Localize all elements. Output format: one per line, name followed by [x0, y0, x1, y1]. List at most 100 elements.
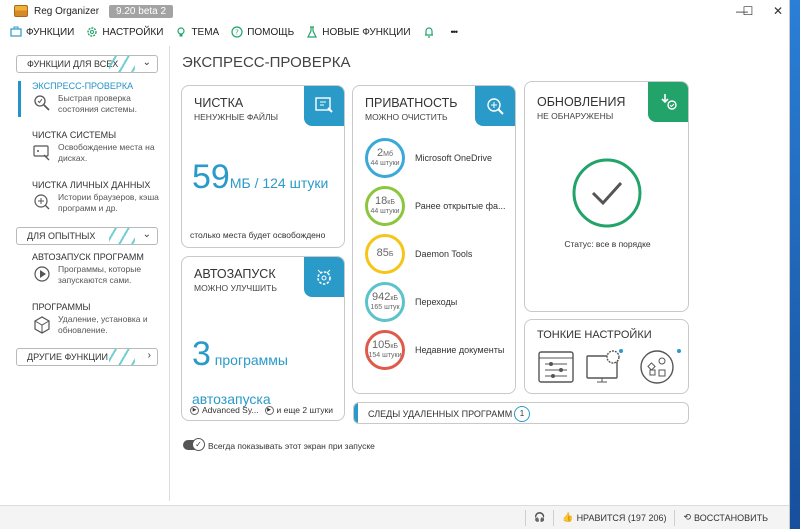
removed-traces-bar[interactable]: СЛЕДЫ УДАЛЕННЫХ ПРОГРАММ 1	[353, 402, 689, 424]
bell-icon	[424, 27, 433, 38]
sidebar-item-title: ЧИСТКА СИСТЕМЫ	[32, 130, 117, 140]
section-advanced-label: ДЛЯ ОПЫТНЫХ	[27, 231, 96, 241]
sidebar-item-desc: Удаление, установка и обновление.	[58, 314, 148, 335]
size-ring: 2Мб 44 штуки	[365, 138, 405, 178]
app-window: Reg Organizer 9.20 beta 2 — ☐ ✕ ФУНКЦИИ …	[0, 0, 790, 529]
menu-functions[interactable]: ФУНКЦИИ	[10, 26, 74, 38]
thumbs-up-icon: 👍	[562, 512, 574, 522]
section-all-button[interactable]: ФУНКЦИИ ДЛЯ ВСЕХ ⌄	[16, 55, 158, 73]
section-advanced-button[interactable]: ДЛЯ ОПЫТНЫХ ⌄	[16, 227, 158, 245]
download-shield-icon	[661, 94, 677, 110]
headset-support-button[interactable]: 🎧	[525, 509, 553, 526]
svg-text:?: ?	[235, 29, 239, 37]
privacy-item-name: Daemon Tools	[415, 249, 473, 259]
stripes-decoration	[109, 349, 135, 365]
cleanup-number: 59	[192, 158, 230, 196]
gear-icon	[87, 27, 98, 37]
sidebar-item-title: ЭКСПРЕСС-ПРОВЕРКА	[32, 81, 134, 91]
traces-accent	[354, 403, 358, 423]
ring-value: 105кБ	[371, 339, 398, 351]
autorun-card[interactable]: АВТОЗАПУСК МОЖНО УЛУЧШИТЬ 3 программы ав…	[181, 256, 345, 421]
privacy-row[interactable]: 942кБ 165 штук Переходы	[365, 282, 515, 322]
updates-subtitle: НЕ ОБНАРУЖЕНЫ	[537, 111, 614, 121]
sidebar-item-desc: Истории браузеров, кэша программ и др.	[58, 192, 159, 213]
lightbulb-icon	[177, 27, 186, 37]
close-icon: ✕	[772, 4, 784, 18]
app-title: Reg Organizer	[34, 5, 100, 17]
sidebar-item-title: ЧИСТКА ЛИЧНЫХ ДАННЫХ	[32, 180, 151, 190]
sidebar-item-programs[interactable]: ПРОГРАММЫ Удаление, установка и обновлен…	[22, 302, 162, 336]
privacy-row[interactable]: 18кБ 44 штуки Ранее открытые фа...	[365, 186, 515, 226]
updates-card[interactable]: ОБНОВЛЕНИЯ НЕ ОБНАРУЖЕНЫ Статус: все в п…	[524, 81, 689, 312]
updates-status: Статус: все в порядке	[564, 239, 651, 249]
flask-icon	[307, 26, 318, 38]
sidebar-item-autorun[interactable]: АВТОЗАПУСК ПРОГРАММ Программы, которые з…	[22, 252, 162, 286]
ring-count: 154 штуки	[368, 352, 402, 359]
restore-button[interactable]: ⟲ ВОССТАНОВИТЬ	[674, 509, 776, 526]
privacy-title: ПРИВАТНОСТЬ	[365, 96, 458, 110]
menu-settings[interactable]: НАСТРОЙКИ	[86, 26, 163, 38]
ring-value: 85Б	[376, 247, 394, 259]
menu-functions-label: ФУНКЦИИ	[26, 26, 75, 38]
autorun-corner	[304, 257, 344, 297]
more-button[interactable]: •••	[451, 27, 459, 37]
sidebar-item-private-data[interactable]: ЧИСТКА ЛИЧНЫХ ДАННЫХ Истории браузеров, …	[22, 180, 162, 214]
close-button[interactable]: ✕	[762, 0, 789, 22]
package-icon	[34, 316, 50, 334]
checkmark-circle-icon	[572, 158, 642, 228]
privacy-item-name: Недавние документы	[415, 345, 505, 355]
sidebar-item-desc: Освобождение места на дисках.	[58, 142, 155, 163]
autorun-value: 3 программы автозапуска	[192, 335, 344, 413]
privacy-item-name: Microsoft OneDrive	[415, 153, 493, 163]
stripes-decoration	[109, 56, 135, 72]
privacy-row[interactable]: 2Мб 44 штуки Microsoft OneDrive	[365, 138, 515, 178]
removed-traces-label: СЛЕДЫ УДАЛЕННЫХ ПРОГРАММ	[368, 409, 513, 419]
toolbox-icon	[10, 26, 22, 37]
sidebar-item-system-cleanup[interactable]: ЧИСТКА СИСТЕМЫ Освобождение места на дис…	[22, 130, 162, 164]
menu-new-features-label: НОВЫЕ ФУНКЦИИ	[322, 26, 411, 38]
menu-new-features[interactable]: НОВЫЕ ФУНКЦИИ	[306, 26, 411, 38]
help-circle-icon: ?	[231, 26, 243, 38]
cleanup-subtitle: НЕНУЖНЫЕ ФАЙЛЫ	[194, 112, 279, 122]
privacy-row[interactable]: 105кБ 154 штуки Недавние документы	[365, 330, 515, 370]
cleanup-corner	[304, 86, 344, 126]
maximize-button[interactable]: ☐	[732, 0, 764, 22]
notifications-button[interactable]	[423, 26, 439, 38]
monitor-gear-icon	[586, 349, 623, 383]
privacy-brush-icon	[34, 194, 50, 210]
like-button[interactable]: 👍 НРАВИТСЯ (197 206)	[553, 509, 674, 526]
autorun-item-more[interactable]: и еще 2 штуки	[277, 405, 333, 415]
cleanup-note: столько места будет освобождено	[190, 230, 326, 240]
chevron-down-icon: ⌄	[142, 57, 151, 68]
stripes-decoration	[109, 228, 135, 244]
tweaks-card[interactable]: ТОНКИЕ НАСТРОЙКИ	[524, 319, 689, 394]
autorun-item-1[interactable]: Advanced Sy...	[202, 405, 259, 415]
cleanup-unit: МБ / 124 штуки	[229, 175, 329, 191]
menu-settings-label: НАСТРОЙКИ	[102, 26, 164, 38]
startup-toggle[interactable]: ✓	[183, 438, 205, 451]
cleanup-value: 59МБ / 124 штуки	[192, 158, 328, 197]
sidebar-item-desc: Быстрая проверка состояния системы.	[58, 93, 137, 114]
autorun-icon	[34, 266, 50, 282]
size-ring: 85Б	[365, 234, 405, 274]
menu-bar: ФУНКЦИИ НАСТРОЙКИ ТЕМА ? ПОМОЩЬ НОВЫЕ ФУ…	[0, 22, 789, 42]
cleanup-card[interactable]: ЧИСТКА НЕНУЖНЫЕ ФАЙЛЫ 59МБ / 124 штуки с…	[181, 85, 345, 248]
autorun-number: 3	[192, 335, 211, 373]
updates-title: ОБНОВЛЕНИЯ	[537, 95, 626, 109]
updates-corner	[648, 82, 688, 122]
sidebar-item-express-check[interactable]: ЭКСПРЕСС-ПРОВЕРКА Быстрая проверка состо…	[18, 81, 162, 117]
privacy-item-name: Ранее открытые фа...	[415, 201, 506, 211]
section-all-label: ФУНКЦИИ ДЛЯ ВСЕХ	[27, 59, 119, 69]
menu-theme[interactable]: ТЕМА	[175, 26, 219, 38]
maximize-icon: ☐	[742, 4, 754, 18]
apps-grid-icon	[640, 349, 681, 384]
privacy-row[interactable]: 85Б Daemon Tools	[365, 234, 515, 274]
play-icon: ▶	[190, 405, 199, 415]
privacy-card[interactable]: ПРИВАТНОСТЬ МОЖНО ОЧИСТИТЬ 2Мб 44 штуки Mi…	[352, 85, 516, 394]
menu-help-label: ПОМОЩЬ	[247, 26, 295, 38]
chevron-right-icon: ›	[147, 350, 151, 361]
section-other-button[interactable]: ДРУГИЕ ФУНКЦИИ ›	[16, 348, 158, 366]
menu-help[interactable]: ? ПОМОЩЬ	[231, 26, 294, 38]
page-title: ЭКСПРЕСС-ПРОВЕРКА	[182, 54, 351, 71]
chevron-down-icon: ⌄	[142, 229, 151, 240]
